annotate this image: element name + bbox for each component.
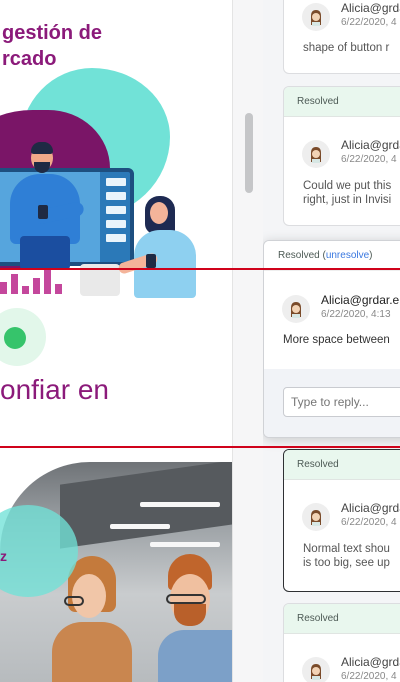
comment-time: 6/22/2020, 4 [341, 671, 397, 682]
comment-author: Alicia@grdar.e [341, 655, 400, 669]
resolved-header: Resolved (unresolve) [264, 241, 400, 271]
scrollbar-track[interactable] [233, 0, 263, 682]
bar-decoration [0, 270, 62, 294]
comment-text-line-2: is too big, see up [303, 557, 390, 569]
comment-text: shape of button r [303, 42, 390, 54]
reply-input[interactable] [283, 387, 400, 417]
man-hair [31, 142, 53, 154]
user-avatar-icon [311, 147, 321, 163]
hero-title: gestión de rcado [2, 20, 102, 72]
phone-icon [38, 205, 48, 219]
avatar [282, 295, 310, 323]
phone-icon [146, 254, 156, 268]
hero-title-line-1: gestión de [2, 22, 103, 44]
resolved-badge: Resolved [284, 87, 400, 117]
resolved-badge: Resolved [284, 604, 400, 634]
guide-line-top [0, 268, 400, 270]
glasses-icon [166, 594, 206, 604]
comment-time: 6/22/2020, 4 [341, 154, 397, 165]
comment-text: More space between [283, 334, 390, 346]
comment-time: 6/22/2020, 4 [341, 17, 397, 28]
comment-card[interactable]: Resolved Alicia@grdar.e 6/22/2020, 4 Cou… [283, 86, 400, 226]
comment-card[interactable]: Alicia@grdar.e 6/22/2020, 4 shape of but… [283, 0, 400, 74]
unresolve-link[interactable]: unresolve [326, 250, 369, 261]
teal-overlay-letter: z [0, 548, 7, 564]
avatar [302, 657, 330, 682]
comment-text-line-2: right, just in Invisi [303, 194, 392, 206]
monitor-sidebar [106, 178, 126, 242]
design-canvas[interactable]: gestión de rcado onfiar en z [0, 0, 232, 682]
resolved-badge: Resolved [284, 450, 400, 480]
comment-author: Alicia@grdar.e [321, 293, 400, 307]
status-circle-dot [4, 327, 26, 349]
woman-head [150, 202, 168, 224]
man-legs [20, 236, 70, 270]
comment-text-line-1: Could we put this [303, 180, 392, 192]
comments-panel: Alicia@grdar.e 6/22/2020, 4 shape of but… [263, 0, 400, 682]
comment-card-selected[interactable]: Resolved Alicia@grdar.e 6/22/2020, 4 Nor… [283, 449, 400, 592]
user-avatar-icon [311, 664, 321, 680]
comment-text-line-1: Normal text shou [303, 543, 390, 555]
user-avatar-icon [311, 10, 321, 26]
avatar [302, 503, 330, 531]
comment-card[interactable]: Resolved Alicia@grdar.e 6/22/2020, 4 [283, 603, 400, 682]
confiar-heading: onfiar en [0, 374, 109, 405]
avatar [302, 3, 330, 31]
comment-author: Alicia@grdar.e [341, 1, 400, 15]
comment-author: Alicia@grdar.e [341, 501, 400, 515]
avatar [302, 140, 330, 168]
user-avatar-icon [311, 510, 321, 526]
comment-time: 6/22/2020, 4:13 [321, 309, 391, 320]
user-avatar-icon [291, 302, 301, 318]
comment-time: 6/22/2020, 4 [341, 517, 397, 528]
guide-line-bottom [0, 446, 400, 448]
resolved-label: Resolved [278, 250, 320, 261]
person-man-body [158, 630, 232, 682]
glasses-icon [64, 596, 84, 606]
comment-author: Alicia@grdar.e [341, 138, 400, 152]
person-woman-body [52, 622, 132, 682]
scrollbar-thumb[interactable] [245, 113, 253, 193]
